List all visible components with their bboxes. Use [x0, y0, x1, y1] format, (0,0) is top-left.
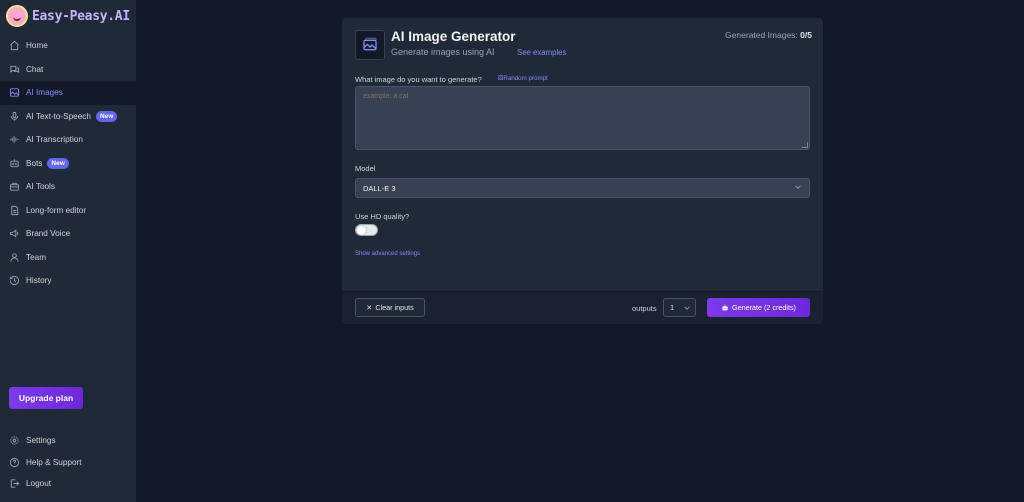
clear-inputs-label: Clear inputs	[375, 303, 414, 312]
robot-icon	[722, 304, 728, 310]
image-icon	[8, 87, 20, 99]
page-subtitle: Generate images using AI	[391, 47, 495, 57]
sidebar-item-label: Home	[26, 41, 48, 51]
sidebar-item-long-form-editor[interactable]: Long-form editor	[0, 199, 136, 223]
image-generator-card: AI Image Generator Generate images using…	[342, 18, 823, 324]
new-badge: New	[47, 157, 69, 169]
page-title: AI Image Generator	[391, 29, 516, 44]
history-icon	[8, 275, 20, 287]
outputs-label: outputs	[632, 304, 657, 313]
sidebar-item-logout[interactable]: Logout	[0, 473, 136, 495]
waveform-icon	[8, 134, 20, 146]
outputs-select-value: 1	[670, 303, 675, 312]
robot-icon	[8, 157, 20, 169]
sidebar-item-label: Team	[26, 252, 47, 262]
sidebar-item-label: Brand Voice	[26, 229, 71, 239]
sidebar-item-settings[interactable]: Settings	[0, 430, 136, 452]
sidebar-item-help[interactable]: Help & Support	[0, 452, 136, 474]
show-advanced-settings-link[interactable]: Show advanced settings	[355, 251, 420, 257]
generate-button[interactable]: Generate (2 credits)	[707, 298, 810, 317]
generated-images-counter: Generated Images: 0/5	[725, 30, 812, 40]
model-select-value: DALL-E 3	[363, 183, 396, 193]
sidebar-item-label: Long-form editor	[26, 205, 87, 215]
sidebar-item-history[interactable]: History	[0, 269, 136, 293]
model-label: Model	[355, 164, 376, 173]
upgrade-plan-button[interactable]: Upgrade plan	[9, 387, 83, 409]
clear-inputs-button[interactable]: ✕ Clear inputs	[355, 298, 425, 317]
resize-handle-icon[interactable]	[802, 142, 808, 148]
sidebar-nav: Home Chat AI Images AI Text-to-Speech Ne…	[0, 34, 136, 293]
prompt-label: What image do you want to generate?	[355, 75, 482, 84]
home-icon	[8, 40, 20, 52]
sidebar-item-label: Settings	[26, 436, 56, 446]
document-icon	[8, 204, 20, 216]
logout-icon	[8, 478, 20, 490]
generated-images-label: Generated Images:	[725, 30, 801, 40]
sidebar-item-transcription[interactable]: AI Transcription	[0, 128, 136, 152]
sidebar-item-ai-images[interactable]: AI Images	[0, 81, 136, 105]
sidebar-item-label: Chat	[26, 64, 44, 74]
sidebar-item-bots[interactable]: Bots New	[0, 152, 136, 176]
chat-icon	[8, 63, 20, 75]
generate-button-label: Generate (2 credits)	[732, 303, 796, 312]
sidebar-bottom-nav: Settings Help & Support Logout	[0, 430, 136, 495]
outputs-select[interactable]: 1	[663, 298, 696, 317]
sidebar-item-label: AI Text-to-Speech	[26, 111, 91, 121]
sidebar-item-label: AI Tools	[26, 182, 55, 192]
gear-icon	[8, 435, 20, 447]
sidebar-item-chat[interactable]: Chat	[0, 58, 136, 82]
sidebar-item-label: Help & Support	[26, 457, 82, 467]
sidebar-item-label: AI Images	[26, 88, 63, 98]
microphone-icon	[8, 110, 20, 122]
sidebar-item-team[interactable]: Team	[0, 246, 136, 270]
random-prompt-link[interactable]: ⚄Random prompt	[498, 75, 548, 82]
sidebar-item-label: Bots	[26, 158, 43, 168]
generator-image-icon	[355, 30, 385, 60]
random-prompt-label: Random prompt	[503, 75, 548, 82]
sidebar-item-home[interactable]: Home	[0, 34, 136, 58]
team-icon	[8, 251, 20, 263]
sidebar: Easy-Peasy.AI Home Chat AI Images AI Tex…	[0, 0, 136, 502]
help-icon	[8, 456, 20, 468]
logo-icon	[6, 5, 28, 27]
hd-quality-toggle[interactable]	[355, 224, 378, 236]
generated-images-count: 0/5	[800, 30, 812, 40]
chevron-down-icon	[684, 306, 690, 310]
megaphone-icon	[8, 228, 20, 240]
hd-quality-label: Use HD quality?	[355, 212, 410, 221]
toolbox-icon	[8, 181, 20, 193]
sidebar-item-label: Logout	[26, 479, 52, 489]
see-examples-link[interactable]: See examples	[517, 48, 566, 57]
new-badge: New	[95, 110, 118, 122]
app-name: Easy-Peasy.AI	[32, 8, 130, 24]
toggle-knob	[357, 226, 366, 235]
sidebar-item-label: History	[26, 276, 52, 286]
model-select[interactable]: DALL-E 3	[355, 178, 810, 198]
chevron-down-icon	[795, 185, 801, 189]
app-logo[interactable]: Easy-Peasy.AI	[6, 5, 130, 27]
sidebar-item-ai-tools[interactable]: AI Tools	[0, 175, 136, 199]
prompt-input[interactable]	[355, 86, 810, 150]
sidebar-item-label: AI Transcription	[26, 135, 83, 145]
sidebar-item-text-to-speech[interactable]: AI Text-to-Speech New	[0, 105, 136, 129]
close-icon: ✕	[366, 303, 373, 312]
sidebar-item-brand-voice[interactable]: Brand Voice	[0, 222, 136, 246]
